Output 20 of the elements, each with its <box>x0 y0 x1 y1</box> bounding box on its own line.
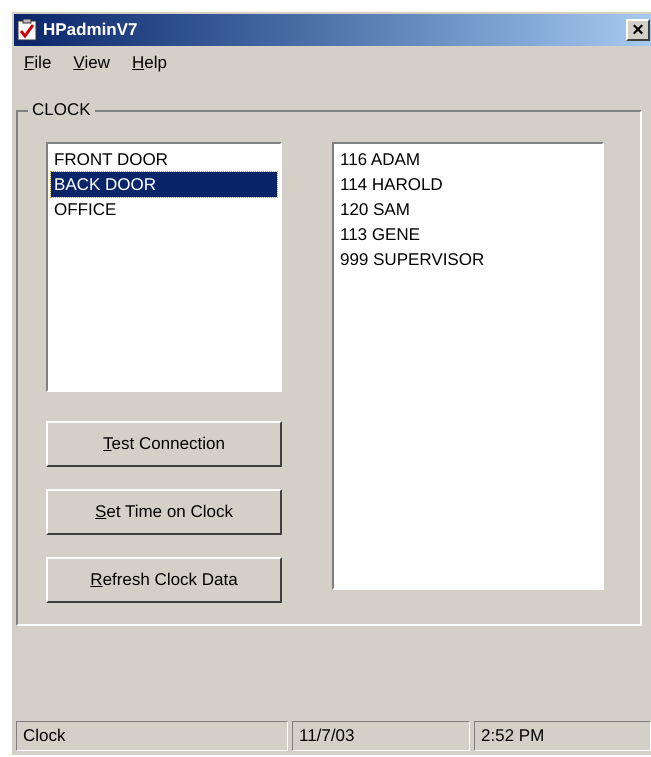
status-panel: 2:52 PM <box>474 721 651 751</box>
employee-list-item[interactable]: 114 HAROLD <box>340 172 602 197</box>
status-panel: Clock <box>16 721 288 751</box>
status-panel: 11/7/03 <box>292 721 470 751</box>
employee-list-item[interactable]: 999 SUPERVISOR <box>340 247 602 272</box>
action-button[interactable]: Set Time on Clock <box>46 489 282 535</box>
clock-list-item[interactable]: BACK DOOR <box>51 172 277 197</box>
window-title: HPadminV7 <box>43 19 138 42</box>
clock-list-item[interactable]: OFFICE <box>51 197 277 222</box>
menu-item[interactable]: Help <box>132 50 167 76</box>
menu-item[interactable]: File <box>24 50 52 76</box>
employee-list-item[interactable]: 120 SAM <box>340 197 602 222</box>
employee-list-item[interactable]: 113 GENE <box>340 222 602 247</box>
clock-list-item[interactable]: FRONT DOOR <box>51 147 277 172</box>
employee-list-item[interactable]: 116 ADAM <box>340 147 602 172</box>
action-button[interactable]: Test Connection <box>46 421 282 467</box>
clipboard-check-icon <box>17 19 37 41</box>
close-button[interactable]: × <box>626 19 650 41</box>
menu-item[interactable]: View <box>73 50 110 76</box>
action-button[interactable]: Refresh Clock Data <box>46 557 282 603</box>
